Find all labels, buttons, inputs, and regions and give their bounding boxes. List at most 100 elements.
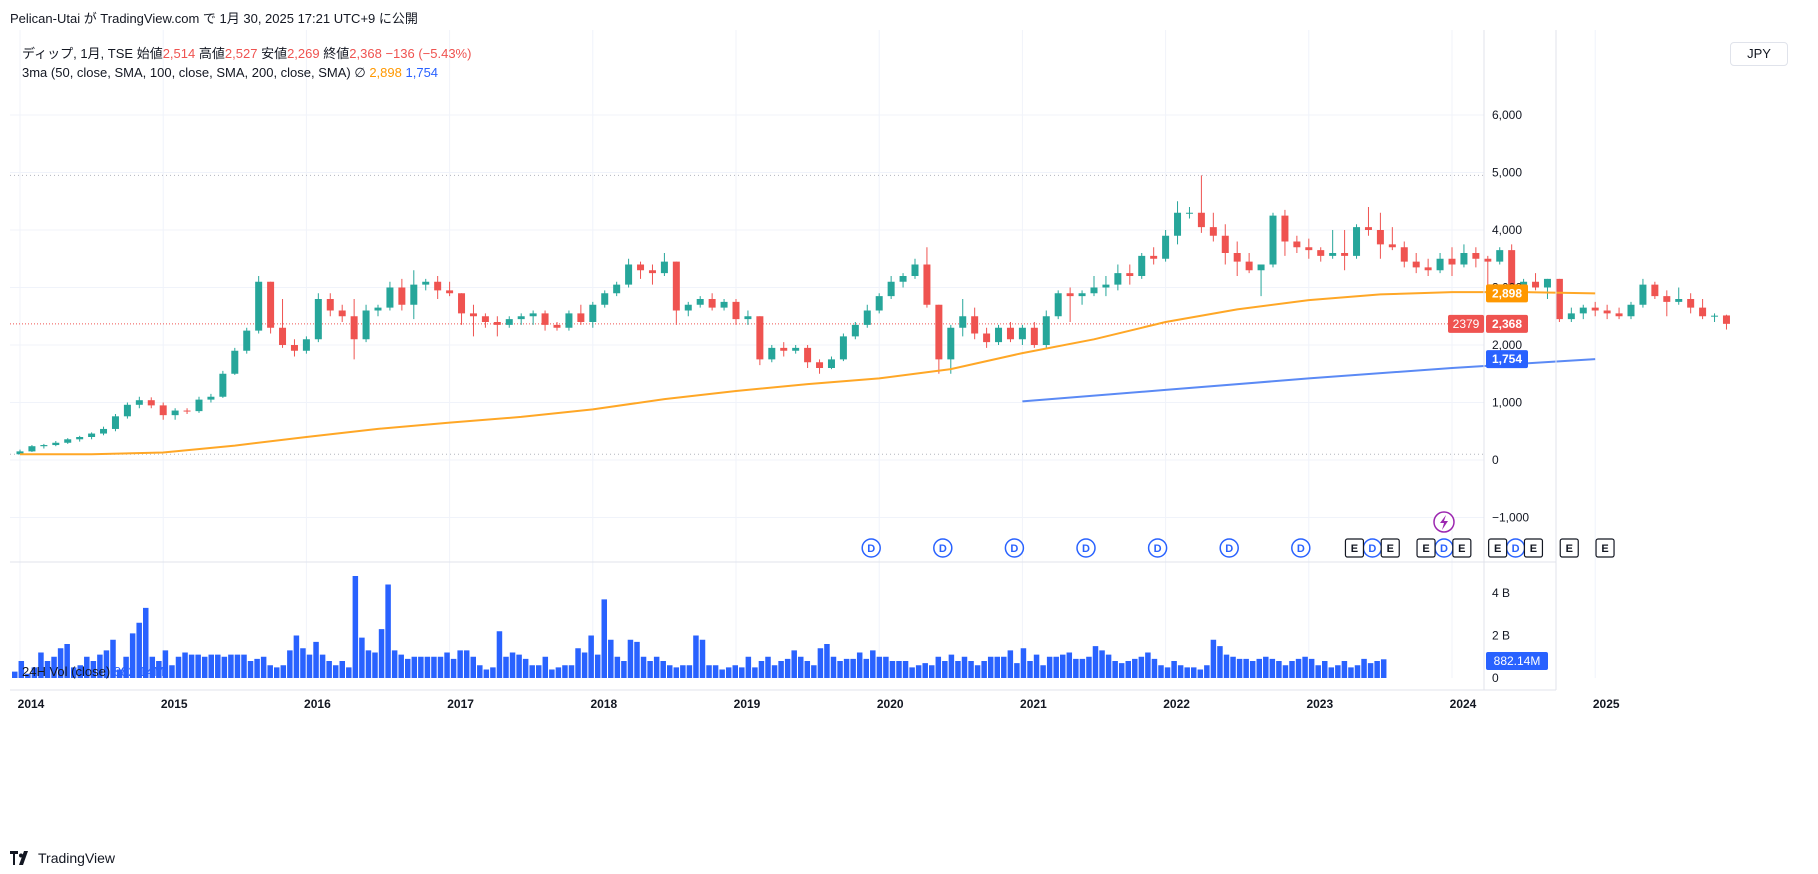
earnings-marker-label: E — [1387, 543, 1394, 555]
ma-legend: 3ma (50, close, SMA, 100, close, SMA, 20… — [22, 65, 438, 81]
volume-bar — [188, 654, 195, 678]
volume-bar — [1020, 648, 1027, 678]
candle-body — [123, 404, 131, 417]
volume-bar — [660, 661, 666, 678]
volume-bar — [856, 652, 863, 678]
volume-bar — [411, 656, 418, 678]
volume-tick-label: 2 B — [1492, 629, 1510, 643]
volume-bar — [470, 656, 476, 678]
volume-bar — [771, 665, 778, 678]
volume-bar — [719, 669, 725, 678]
earnings-marker-label: E — [1351, 543, 1358, 555]
candle-body — [923, 264, 931, 305]
volume-bar — [843, 658, 850, 678]
candle-body — [1603, 310, 1611, 314]
volume-bar — [385, 584, 391, 678]
volume-bar — [254, 658, 260, 678]
candle-body — [553, 324, 561, 328]
candle-body — [1054, 293, 1062, 317]
candle-body — [1460, 253, 1468, 265]
volume-bar — [1164, 667, 1171, 678]
candle-body — [565, 313, 573, 328]
volume-bar — [1073, 658, 1079, 678]
currency-button[interactable]: JPY — [1730, 42, 1788, 66]
volume-bar — [391, 650, 398, 678]
volume-bar — [739, 667, 745, 678]
candle-body — [1639, 284, 1647, 305]
volume-bar — [1204, 665, 1210, 678]
x-tick-label: 2015 — [161, 697, 188, 711]
ma100-price-tag-label: 1,754 — [1492, 352, 1522, 366]
candle-body — [959, 316, 967, 328]
volume-bar — [306, 654, 313, 678]
footer-brand[interactable]: TradingView — [10, 850, 115, 866]
volume-bar — [1341, 661, 1348, 678]
volume-bar — [1197, 669, 1204, 678]
candle-body — [147, 400, 155, 406]
volume-bar — [909, 667, 915, 678]
candle-body — [804, 347, 812, 363]
x-tick-label: 2020 — [877, 697, 904, 711]
volume-bar — [608, 639, 614, 678]
volume-bar — [346, 667, 352, 678]
volume-bar — [477, 665, 483, 678]
volume-bar — [1046, 656, 1053, 678]
tradingview-logo-icon — [10, 851, 28, 865]
candle-body — [589, 304, 597, 322]
volume-bar — [1210, 639, 1217, 678]
candle-body — [458, 293, 466, 314]
candle-body — [183, 410, 191, 412]
volume-bar — [994, 656, 1000, 678]
volume-bar — [778, 661, 784, 678]
volume-bar — [1191, 667, 1197, 678]
candle-body — [243, 330, 251, 351]
volume-bar — [457, 650, 463, 678]
volume-bar — [1092, 646, 1099, 678]
candle-body — [1711, 315, 1719, 317]
volume-bar — [463, 650, 470, 678]
volume-bar — [1263, 656, 1269, 678]
volume-bar — [693, 635, 699, 678]
volume-bar — [339, 661, 345, 678]
candle-body — [1185, 212, 1193, 214]
volume-bar — [745, 656, 752, 678]
volume-bar — [725, 667, 732, 678]
candle-body — [111, 416, 119, 429]
candle-body — [1472, 253, 1480, 259]
volume-bar — [883, 656, 889, 678]
volume-bar — [830, 656, 837, 678]
candle-body — [1317, 250, 1325, 256]
ma50-price-tag-label: 2,898 — [1492, 286, 1522, 300]
candle-body — [517, 316, 525, 320]
price-chart[interactable]: DDDDDDDDDDEEEEEEEE 6,0005,0004,0003,0002… — [0, 30, 1818, 850]
candle-body — [350, 316, 358, 340]
volume-bar — [647, 661, 653, 678]
candle-body — [1293, 241, 1301, 248]
candle-body — [816, 362, 824, 368]
volume-bar — [437, 656, 444, 678]
volume-tick-label: 0 — [1492, 671, 1499, 685]
candle-body — [1030, 327, 1038, 345]
volume-bar — [758, 661, 765, 678]
volume-bar — [536, 665, 542, 678]
volume-bar — [974, 665, 981, 678]
y-tick-label: 6,000 — [1492, 108, 1522, 122]
candle-body — [983, 333, 991, 343]
change-value: −136 (−5.43%) — [385, 46, 472, 61]
volume-bar — [876, 656, 883, 678]
candle-body — [1448, 258, 1456, 265]
volume-bar — [1380, 659, 1387, 678]
candle-body — [1221, 235, 1229, 253]
candle-body — [88, 433, 96, 437]
volume-bar — [182, 652, 188, 678]
dividend-marker-label: D — [1512, 543, 1520, 555]
volume-bar — [1053, 656, 1059, 678]
volume-bar — [1236, 658, 1243, 678]
volume-bar — [549, 669, 555, 678]
volume-bar — [1269, 658, 1276, 678]
candle-body — [744, 316, 752, 320]
dividend-marker-label: D — [939, 543, 947, 555]
dividend-marker-label: D — [1082, 543, 1090, 555]
candle-body — [1353, 227, 1361, 256]
candle-body — [398, 287, 406, 305]
